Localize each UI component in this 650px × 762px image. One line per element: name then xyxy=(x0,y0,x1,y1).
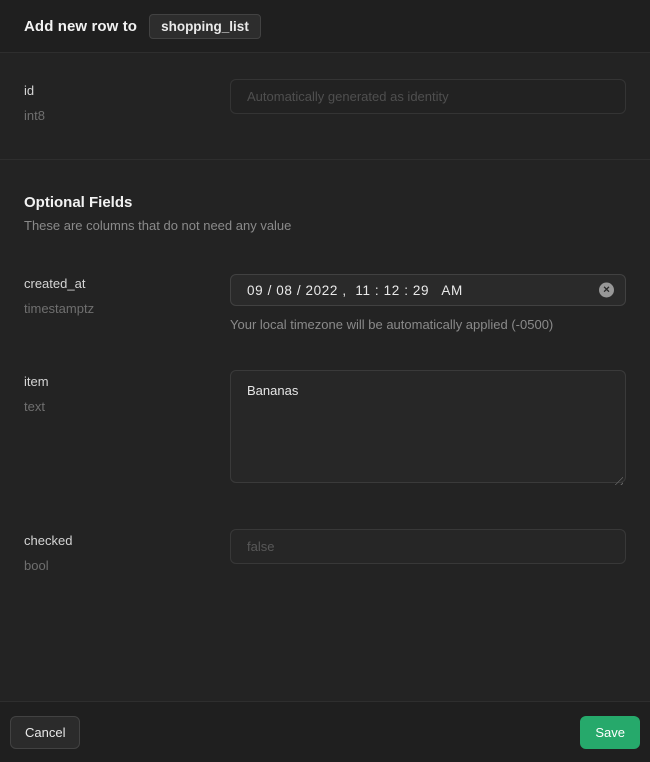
clear-datetime-icon[interactable]: ✕ xyxy=(599,283,614,298)
section-divider xyxy=(0,159,650,160)
field-label-item: item text xyxy=(24,370,230,488)
item-textarea[interactable]: Bananas xyxy=(230,370,626,483)
field-row-created-at: created_at timestamptz ✕ Your local time… xyxy=(0,274,650,333)
field-name-id: id xyxy=(24,83,230,99)
field-type-checked: bool xyxy=(24,558,230,574)
field-label-id: id int8 xyxy=(24,79,230,124)
checked-input[interactable] xyxy=(230,529,626,564)
panel-footer: Cancel Save xyxy=(0,701,650,762)
item-textarea-wrap: Bananas xyxy=(230,370,626,488)
field-label-checked: checked bool xyxy=(24,529,230,574)
optional-fields-subtitle: These are columns that do not need any v… xyxy=(24,218,626,234)
field-name-created-at: created_at xyxy=(24,276,230,292)
add-row-panel: Add new row to shopping_list id int8 Opt… xyxy=(0,0,650,762)
field-row-id: id int8 xyxy=(0,79,650,124)
field-input-col-created-at: ✕ Your local timezone will be automatica… xyxy=(230,274,626,333)
optional-fields-section-head: Optional Fields These are columns that d… xyxy=(0,193,650,234)
datetime-input-wrap: ✕ xyxy=(230,274,626,306)
field-row-item: item text Bananas xyxy=(0,370,650,488)
table-name-badge: shopping_list xyxy=(149,14,261,39)
created-at-datetime-input[interactable] xyxy=(230,274,626,306)
panel-title: Add new row to xyxy=(24,18,137,35)
field-name-checked: checked xyxy=(24,533,230,549)
field-label-created-at: created_at timestamptz xyxy=(24,274,230,333)
cancel-button[interactable]: Cancel xyxy=(10,716,80,749)
field-type-id: int8 xyxy=(24,108,230,124)
field-input-col-checked xyxy=(230,529,626,574)
optional-fields-title: Optional Fields xyxy=(24,193,626,212)
field-name-item: item xyxy=(24,374,230,390)
panel-content: id int8 Optional Fields These are column… xyxy=(0,53,650,701)
field-input-col-id xyxy=(230,79,626,124)
timezone-helper-text: Your local timezone will be automaticall… xyxy=(230,317,626,333)
field-type-item: text xyxy=(24,399,230,415)
field-row-checked: checked bool xyxy=(0,529,650,574)
field-type-created-at: timestamptz xyxy=(24,301,230,317)
id-input xyxy=(230,79,626,114)
save-button[interactable]: Save xyxy=(580,716,640,749)
field-input-col-item: Bananas xyxy=(230,370,626,488)
panel-header: Add new row to shopping_list xyxy=(0,0,650,53)
